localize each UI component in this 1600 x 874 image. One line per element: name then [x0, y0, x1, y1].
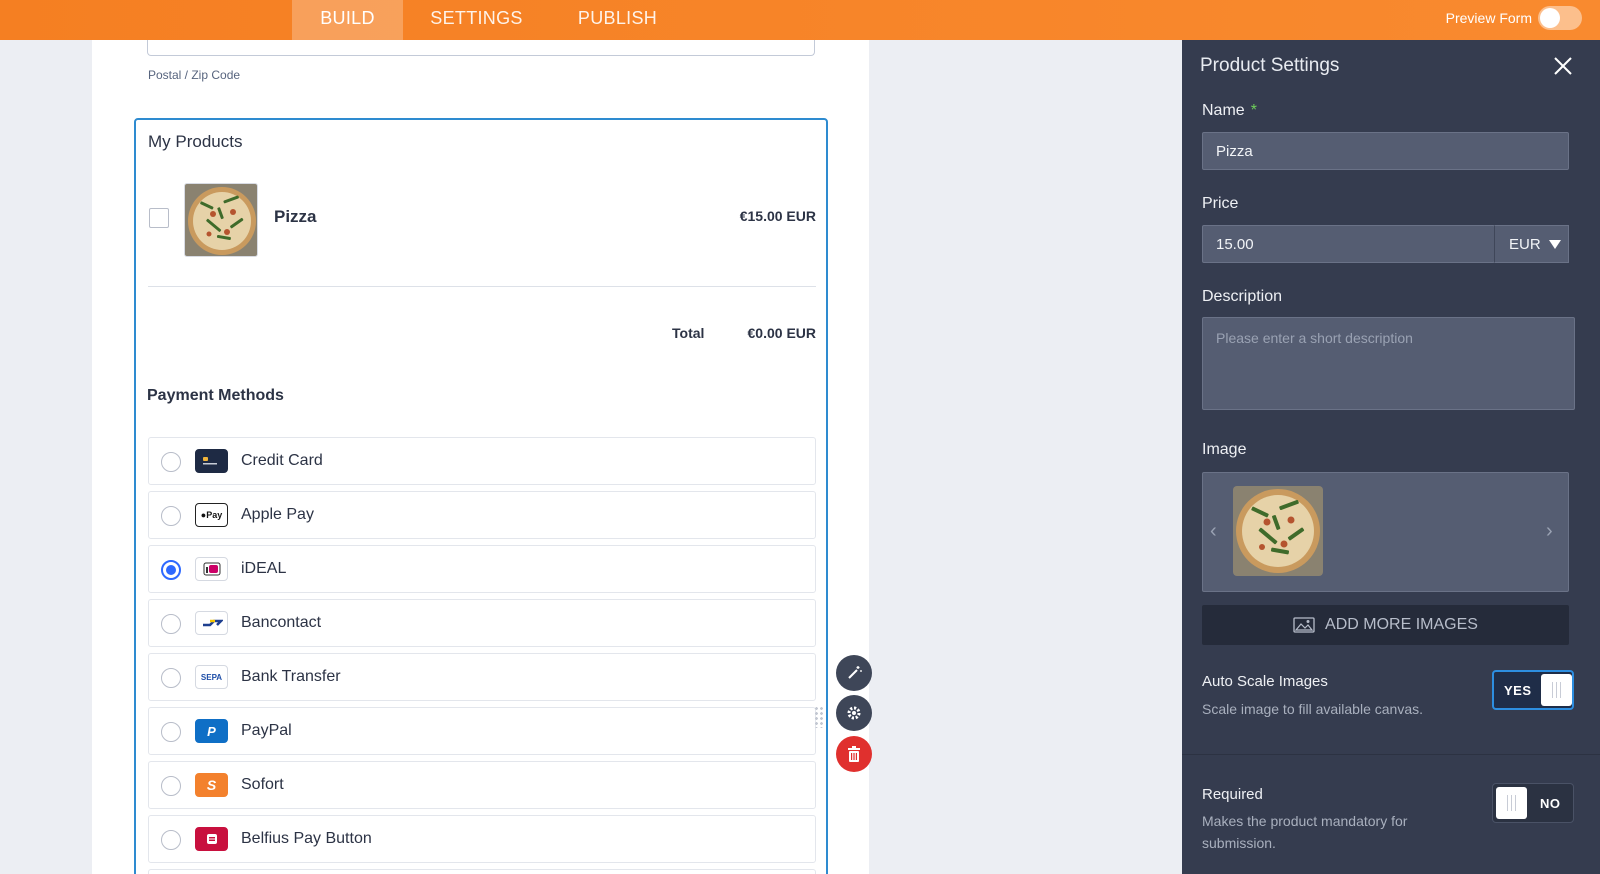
price-label: Price: [1202, 195, 1239, 212]
payment-label: Credit Card: [241, 452, 323, 469]
auto-scale-toggle[interactable]: YES: [1492, 670, 1574, 710]
bancontact-icon: [195, 611, 228, 635]
preview-form-toggle[interactable]: [1538, 6, 1582, 30]
tab-publish[interactable]: PUBLISH: [562, 0, 673, 40]
payment-methods-title: Payment Methods: [147, 387, 284, 404]
required-toggle[interactable]: NO: [1492, 783, 1574, 823]
image-icon: [1293, 617, 1315, 633]
payment-label: Bancontact: [241, 614, 322, 631]
auto-scale-label: Auto Scale Images: [1202, 673, 1328, 690]
sofort-icon: S: [195, 773, 228, 797]
payment-label: iDEAL: [241, 560, 287, 577]
payment-method-ideal[interactable]: iDEAL: [148, 545, 816, 593]
toggle-knob: [1540, 8, 1560, 28]
postal-code-label: Postal / Zip Code: [148, 68, 241, 82]
toggle-knob: [1540, 674, 1572, 706]
payment-method-bank-transfer[interactable]: SEPA Bank Transfer: [148, 653, 816, 701]
close-icon[interactable]: [1552, 55, 1574, 77]
chevron-right-icon[interactable]: ›: [1546, 520, 1553, 543]
preview-form-label: Preview Form: [1445, 10, 1532, 26]
description-textarea[interactable]: Please enter a short description: [1202, 317, 1575, 410]
payment-radio[interactable]: [161, 560, 181, 580]
required-description: Makes the product mandatory for submissi…: [1202, 813, 1408, 851]
payment-method-credit-card[interactable]: Credit Card: [148, 437, 816, 485]
currency-value: EUR: [1509, 235, 1541, 253]
magic-wand-icon: [848, 666, 862, 679]
payment-label: Sofort: [241, 776, 284, 793]
add-more-images-label: ADD MORE IMAGES: [1325, 616, 1478, 633]
price-input[interactable]: 15.00: [1202, 225, 1495, 263]
payment-label: PayPal: [241, 722, 292, 739]
panel-title: Product Settings: [1200, 55, 1340, 76]
field-settings-button[interactable]: [836, 695, 872, 731]
payment-radio[interactable]: [161, 722, 181, 742]
payment-label: Belfius Pay Button: [241, 830, 372, 847]
payment-method-bancontact[interactable]: Bancontact: [148, 599, 816, 647]
toggle-value: NO: [1540, 795, 1561, 811]
total-value: €0.00 EUR: [747, 325, 816, 341]
delete-field-button[interactable]: [836, 736, 872, 772]
product-image-thumbnail[interactable]: [1233, 486, 1323, 576]
payment-radio[interactable]: [161, 830, 181, 850]
required-label: Required: [1202, 786, 1263, 803]
payment-method-more[interactable]: [148, 869, 816, 874]
product-name: Pizza: [274, 207, 317, 226]
chevron-down-icon: [1548, 239, 1561, 249]
auto-scale-description: Scale image to fill available canvas.: [1202, 701, 1424, 717]
sepa-icon: SEPA: [195, 665, 228, 689]
payment-label: Bank Transfer: [241, 668, 341, 685]
payment-radio[interactable]: [161, 668, 181, 688]
tab-build[interactable]: BUILD: [292, 0, 403, 40]
belfius-icon: [195, 827, 228, 851]
ideal-icon: [195, 557, 228, 581]
product-price: €15.00 EUR: [739, 208, 816, 224]
paypal-icon: P: [195, 719, 228, 743]
product-image: [184, 183, 258, 257]
name-label: Name *: [1202, 102, 1257, 119]
payment-method-apple-pay[interactable]: ●Pay Apple Pay: [148, 491, 816, 539]
divider: [1182, 754, 1600, 755]
products-title: My Products: [148, 132, 243, 151]
payment-method-sofort[interactable]: S Sofort: [148, 761, 816, 809]
toggle-knob: [1496, 787, 1527, 819]
postal-code-input[interactable]: [147, 40, 815, 56]
image-label: Image: [1202, 441, 1247, 458]
payment-label: Apple Pay: [241, 506, 314, 523]
payment-radio[interactable]: [161, 614, 181, 634]
drag-handle-icon[interactable]: [814, 706, 824, 728]
payment-radio[interactable]: [161, 452, 181, 472]
apple-pay-icon: ●Pay: [195, 503, 228, 527]
top-bar: BUILD SETTINGS PUBLISH Preview Form: [0, 0, 1600, 40]
gear-icon: [847, 706, 861, 720]
name-input[interactable]: Pizza: [1202, 132, 1569, 170]
magic-wand-button[interactable]: [836, 655, 872, 691]
product-checkbox[interactable]: [149, 208, 169, 228]
currency-select[interactable]: EUR: [1494, 225, 1569, 263]
payment-method-paypal[interactable]: P PayPal: [148, 707, 816, 755]
payment-radio[interactable]: [161, 776, 181, 796]
divider: [148, 286, 816, 287]
trash-icon: [848, 746, 860, 762]
total-label: Total: [672, 325, 705, 341]
payment-method-belfius[interactable]: Belfius Pay Button: [148, 815, 816, 863]
payment-radio[interactable]: [161, 506, 181, 526]
chevron-left-icon[interactable]: ‹: [1210, 520, 1217, 543]
description-label: Description: [1202, 288, 1283, 305]
tab-settings[interactable]: SETTINGS: [421, 0, 532, 40]
toggle-value: YES: [1504, 682, 1532, 698]
credit-card-icon: [195, 449, 228, 473]
add-more-images-button[interactable]: ADD MORE IMAGES: [1202, 605, 1569, 645]
